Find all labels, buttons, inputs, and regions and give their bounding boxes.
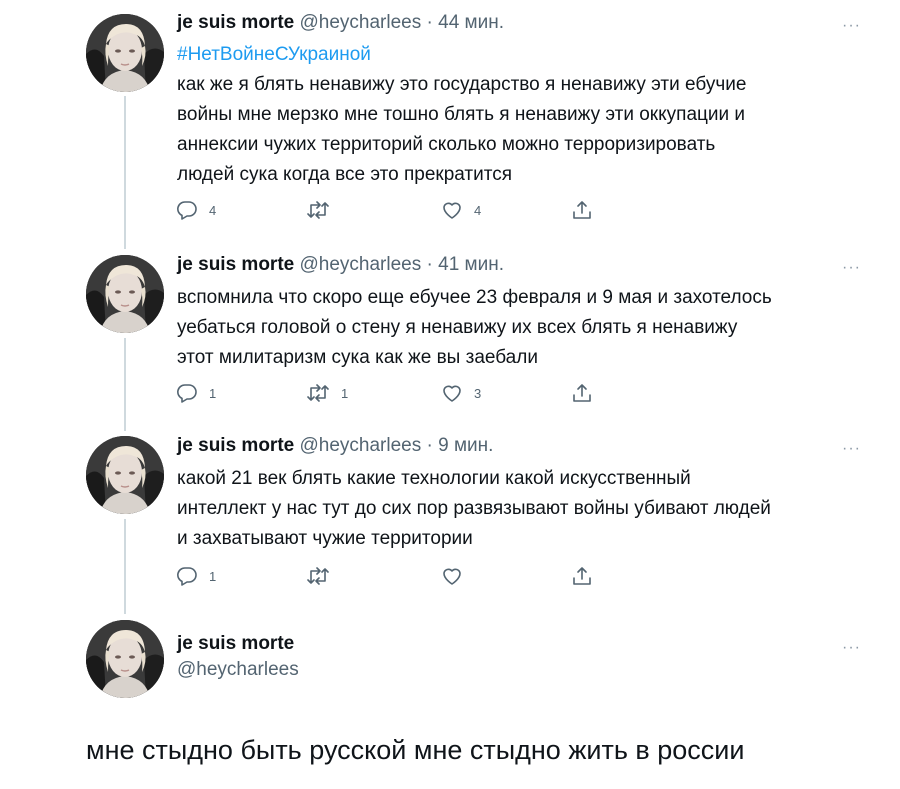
user-handle[interactable]: @heycharlees — [300, 12, 422, 33]
retweet-button[interactable] — [306, 199, 341, 221]
display-name[interactable]: je suis morte — [177, 435, 294, 456]
reply-count: 1 — [209, 385, 217, 401]
heart-icon — [443, 568, 461, 585]
retweet-button[interactable]: 1 — [306, 382, 348, 404]
user-handle[interactable]: @heycharlees — [177, 657, 299, 683]
avatar[interactable] — [86, 14, 164, 92]
tweet-header: je suis morte @heycharlees · 41 мин. — [177, 253, 504, 277]
avatar[interactable] — [86, 436, 164, 514]
reply-button[interactable]: 4 — [176, 199, 216, 221]
tweet-actions: 1 1 3 — [176, 382, 616, 404]
share-icon — [573, 201, 591, 219]
share-button[interactable] — [571, 199, 593, 221]
tweet-text: вспомнила что скоро еще ебучее 23 феврал… — [177, 283, 867, 373]
display-name[interactable]: je suis morte — [177, 254, 294, 275]
tweet-text-line: как же я блять ненавижу это государство … — [177, 74, 747, 95]
tweet-header: je suis morte @heycharlees — [177, 631, 299, 683]
tweet-text-line: людей сука когда все это прекратится — [177, 164, 513, 185]
tweet-actions: 4 4 — [176, 199, 616, 221]
more-icon[interactable]: ··· — [842, 640, 861, 656]
like-button[interactable]: 3 — [441, 382, 481, 404]
thread-connector — [124, 519, 126, 614]
user-handle[interactable]: @heycharlees — [300, 254, 422, 275]
separator-dot: · — [426, 254, 433, 275]
tweet-text-line: войны мне мерзко мне тошно блять я ненав… — [177, 104, 746, 125]
tweet-actions: 1 — [176, 565, 616, 587]
tweet-text-line: аннексии чужих территорий сколько можно … — [177, 134, 716, 155]
heart-icon — [443, 202, 461, 219]
user-handle[interactable]: @heycharlees — [300, 435, 422, 456]
tweet-text-line: этот милитаризм сука как же вы заебали — [177, 347, 538, 368]
more-icon[interactable]: ··· — [842, 260, 861, 276]
reply-icon — [177, 384, 197, 403]
tweet-text-line: и захватывают чужие территории — [177, 528, 473, 549]
display-name[interactable]: je suis morte — [177, 12, 294, 33]
tweet-header: je suis morte @heycharlees · 44 мин. — [177, 11, 504, 35]
like-button[interactable]: 4 — [441, 199, 481, 221]
tweet-text-line: какой 21 век блять какие технологии како… — [177, 468, 691, 489]
separator-dot: · — [426, 12, 433, 33]
tweet-text: #НетВойнеСУкраиной как же я блять ненави… — [177, 40, 867, 190]
tweet-text-line: вспомнила что скоро еще ебучее 23 феврал… — [177, 287, 772, 308]
more-icon[interactable]: ··· — [842, 441, 861, 457]
like-count: 4 — [474, 202, 482, 218]
tweet-text-line: уебаться головой о стену я ненавижу их в… — [177, 317, 738, 338]
timestamp[interactable]: 41 мин. — [438, 254, 504, 275]
timestamp[interactable]: 44 мин. — [438, 12, 504, 33]
like-button[interactable] — [441, 565, 474, 587]
retweet-icon — [307, 384, 329, 402]
retweet-button[interactable] — [306, 565, 341, 587]
tweet-text: мне стыдно быть русской мне стыдно жить … — [86, 735, 745, 765]
thread-connector — [124, 338, 126, 431]
retweet-count: 1 — [341, 385, 349, 401]
reply-icon — [177, 567, 197, 586]
tweet-header: je suis morte @heycharlees · 9 мин. — [177, 434, 493, 458]
share-icon — [573, 567, 591, 585]
share-button[interactable] — [571, 565, 593, 587]
retweet-icon — [307, 567, 329, 585]
like-count: 3 — [474, 385, 482, 401]
avatar[interactable] — [86, 620, 164, 698]
display-name[interactable]: je suis morte — [177, 631, 299, 657]
retweet-icon — [307, 201, 329, 219]
heart-icon — [443, 385, 461, 402]
reply-button[interactable]: 1 — [176, 382, 216, 404]
tweet-text: какой 21 век блять какие технологии како… — [177, 464, 867, 554]
tweet-text-line: интеллект у нас тут до сих пор развязыва… — [177, 498, 771, 519]
share-icon — [573, 384, 591, 402]
reply-count: 4 — [209, 202, 217, 218]
separator-dot: · — [426, 435, 433, 456]
more-icon[interactable]: ··· — [842, 18, 861, 34]
reply-count: 1 — [209, 568, 217, 584]
reply-button[interactable]: 1 — [176, 565, 216, 587]
timestamp[interactable]: 9 мин. — [438, 435, 493, 456]
thread-connector — [124, 96, 126, 249]
reply-icon — [177, 201, 197, 220]
hashtag-link[interactable]: #НетВойнеСУкраиной — [177, 40, 867, 70]
avatar[interactable] — [86, 255, 164, 333]
share-button[interactable] — [571, 382, 593, 404]
